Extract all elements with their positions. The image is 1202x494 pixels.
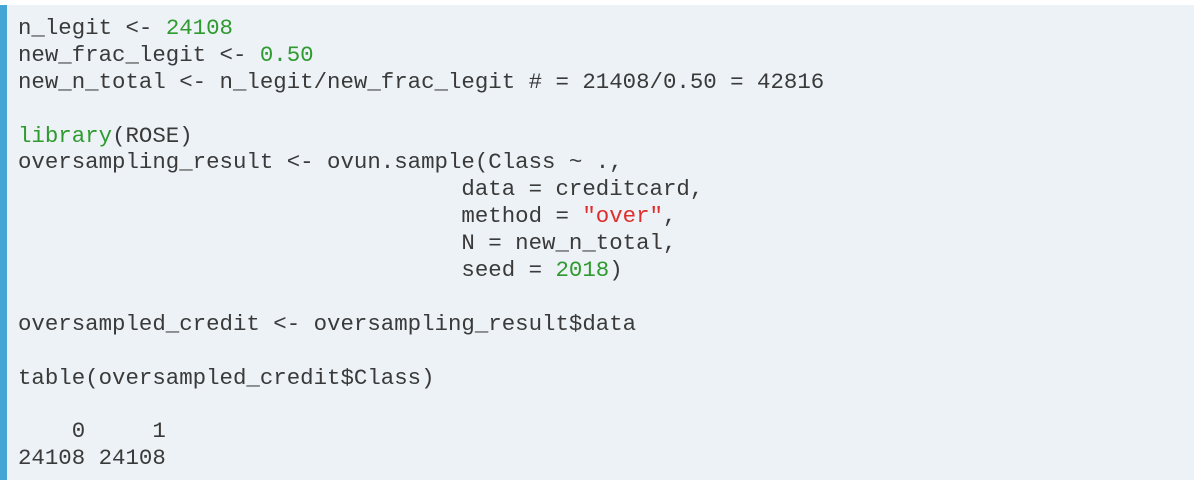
code-text: ) [609,257,623,284]
code-text: oversampling_result <- ovun.sample(Class… [18,149,623,176]
output-text: 24108 24108 [18,445,180,472]
code-text: n_legit <- [18,15,166,41]
code-text: method = [18,203,583,230]
code-text: N = new_n_total, [18,230,677,257]
code-line: N = new_n_total, [18,230,1194,257]
code-text: data = creditcard, [18,176,704,203]
code-line: seed = 2018) [18,257,1194,284]
output-line: 24108 24108 [18,445,1194,472]
number-literal: 24108 [165,15,233,41]
string-literal: "over" [582,203,663,230]
code-line: new_n_total <- n_legit/new_frac_legit # … [18,69,1194,96]
code-line: data = creditcard, [18,176,1194,203]
code-line: table(oversampled_credit$Class) [18,365,1194,392]
output-line: 0 1 [18,418,1194,445]
code-line: oversampling_result <- ovun.sample(Class… [18,149,1194,176]
code-text: seed = [18,257,556,284]
number-literal: 0.50 [259,41,314,68]
code-text: , [662,203,677,230]
code-line: library(ROSE) [18,123,1194,150]
code-line: method = "over", [18,203,1194,230]
code-text: table(oversampled_credit$Class) [18,364,435,391]
code-text: oversampled_credit <- oversampling_resul… [18,310,637,337]
function-keyword: library [18,122,113,149]
number-literal: 2018 [555,257,610,284]
code-line: oversampled_credit <- oversampling_resul… [18,311,1194,338]
code-block: n_legit <- 24108 new_frac_legit <- 0.50 … [0,5,1194,480]
code-line: new_frac_legit <- 0.50 [18,42,1194,69]
code-text: new_frac_legit <- [18,41,260,68]
code-line: n_legit <- 24108 [18,15,1194,42]
code-text: (ROSE) [112,122,193,149]
code-text: new_n_total <- n_legit/new_frac_legit # … [18,68,825,95]
output-text: 0 1 [18,418,180,445]
